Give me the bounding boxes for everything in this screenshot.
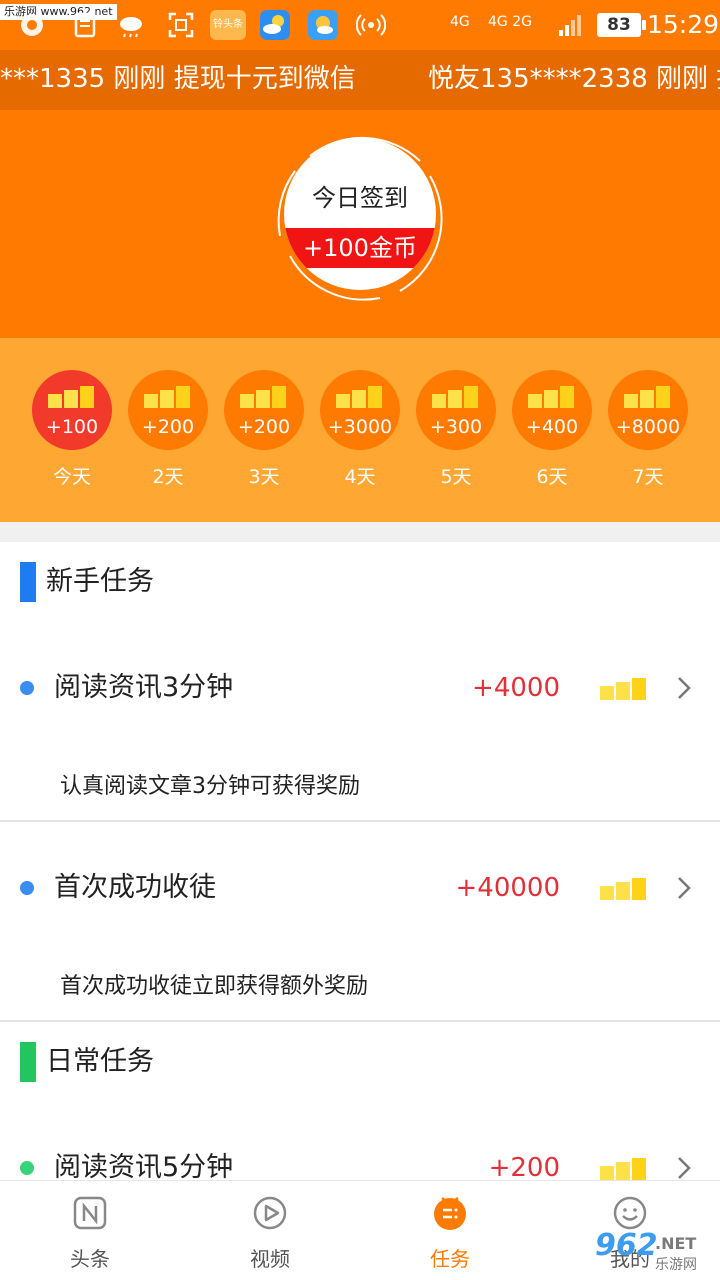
task-description: 认真阅读文章3分钟可获得奖励 <box>60 774 360 799</box>
task-reward: +4000 <box>472 673 560 703</box>
section-title: 日常任务 <box>46 1046 154 1077</box>
coin-stack-icon <box>336 386 382 408</box>
newbie-section-header: 新手任务 <box>0 542 720 622</box>
streak-bubble: +200 <box>224 370 304 450</box>
clock: 15:29 <box>647 10 720 39</box>
streak-day-2: +200 2天 <box>128 370 208 489</box>
streak-bubble: +200 <box>128 370 208 450</box>
streak-bubble: +300 <box>416 370 496 450</box>
weather-cloud-icon <box>120 17 142 38</box>
streak-day-4: +3000 4天 <box>320 370 400 489</box>
task-description: 首次成功收徒立即获得额外奖励 <box>60 974 369 999</box>
streak-amount: +8000 <box>615 416 681 438</box>
task-icon <box>434 1197 466 1230</box>
chevron-right-icon <box>678 877 691 899</box>
streak-amount: +300 <box>429 416 483 438</box>
hotspot-icon <box>356 14 386 36</box>
streak-day-7: +8000 7天 <box>608 370 688 489</box>
streak-bubble: +100 <box>32 370 112 450</box>
coin-stack-icon <box>48 386 94 408</box>
task-title: 首次成功收徒 <box>54 872 216 903</box>
ticker-item: ***1335 刚刚 提现十元到微信 <box>0 64 356 94</box>
sign-in-reward: +100金币 <box>284 228 436 268</box>
withdraw-ticker: ***1335 刚刚 提现十元到微信 悦友135****2338 刚刚 提 <box>0 50 720 110</box>
coin-stack-icon <box>600 678 646 700</box>
task-read-5min[interactable]: 阅读资讯5分钟 +200 <box>0 1102 720 1180</box>
news-icon <box>73 1196 107 1230</box>
smiley-icon <box>613 1196 647 1230</box>
document-icon <box>74 12 96 38</box>
task-read-3min[interactable]: 阅读资讯3分钟 +4000 认真阅读文章3分钟可获得奖励 <box>0 622 720 820</box>
task-title: 阅读资讯5分钟 <box>54 1152 234 1180</box>
task-bullet <box>20 881 34 895</box>
streak-day-1: +100 今天 <box>32 370 112 489</box>
app-q-icon <box>21 14 43 36</box>
streak-label: 3天 <box>248 466 280 488</box>
task-title: 阅读资讯3分钟 <box>54 672 234 703</box>
watermark-cn: 乐游网 <box>655 1257 697 1273</box>
streak-amount: +3000 <box>327 416 393 438</box>
section-gap <box>0 522 720 542</box>
network-label-1: 4G <box>450 14 470 30</box>
streak-day-3: +200 3天 <box>224 370 304 489</box>
coin-stack-icon <box>600 1158 646 1180</box>
streak-label: 5天 <box>440 466 472 488</box>
streak-amount: +200 <box>141 416 195 438</box>
coin-stack-icon <box>144 386 190 408</box>
toutiao-app-badge: 铃头条 <box>210 10 246 40</box>
section-accent-bar <box>20 562 36 602</box>
sign-in-streak: +100 今天 +200 2天 +200 3天 +3000 4天 +300 5天… <box>0 338 720 522</box>
coin-stack-icon <box>624 386 670 408</box>
battery-indicator: 83 <box>597 13 646 37</box>
sign-in-button[interactable]: 今日签到 +100金币 <box>284 138 436 290</box>
coin-stack-icon <box>600 878 646 900</box>
nav-label: 视频 <box>250 1247 290 1271</box>
chevron-right-icon <box>678 1157 691 1179</box>
streak-amount: +100 <box>45 416 99 438</box>
streak-amount: +400 <box>525 416 579 438</box>
section-accent-bar <box>20 1042 36 1082</box>
weather-app-icon <box>260 10 290 40</box>
streak-bubble: +400 <box>512 370 592 450</box>
streak-label: 4天 <box>344 466 376 488</box>
task-first-apprentice[interactable]: 首次成功收徒 +40000 首次成功收徒立即获得额外奖励 <box>0 822 720 1020</box>
streak-label: 7天 <box>632 466 664 488</box>
daily-section-header: 日常任务 <box>0 1022 720 1102</box>
nav-label: 头条 <box>70 1247 110 1271</box>
coin-stack-icon <box>528 386 574 408</box>
task-bullet <box>20 681 34 695</box>
coin-stack-icon <box>432 386 478 408</box>
streak-label: 今天 <box>52 466 91 488</box>
watermark-number: 962 <box>595 1228 658 1263</box>
nav-tab-video[interactable]: 视频 <box>180 1181 360 1280</box>
screenshot-icon <box>168 12 194 38</box>
streak-bubble: +8000 <box>608 370 688 450</box>
task-reward: +200 <box>488 1153 560 1180</box>
status-bar: 乐游网 www.962.net 铃头条 4G 4G 2G 83 15:29 <box>0 0 720 50</box>
streak-label: 2天 <box>152 466 184 488</box>
streak-day-6: +400 6天 <box>512 370 592 489</box>
streak-bubble: +3000 <box>320 370 400 450</box>
sign-in-title: 今日签到 <box>312 184 408 212</box>
streak-amount: +200 <box>237 416 291 438</box>
watermark-net: .NET <box>655 1234 697 1253</box>
sun-cloud-app-icon <box>308 10 338 40</box>
chevron-right-icon <box>678 677 691 699</box>
video-play-icon <box>253 1196 287 1230</box>
network-label-2: 4G 2G <box>488 14 532 30</box>
streak-label: 6天 <box>536 466 568 488</box>
coin-stack-icon <box>240 386 286 408</box>
nav-tab-tasks[interactable]: 任务 <box>360 1181 540 1280</box>
signal-icon <box>559 15 581 36</box>
task-reward: +40000 <box>455 873 561 903</box>
nav-label: 任务 <box>430 1247 470 1271</box>
section-title: 新手任务 <box>46 566 154 597</box>
ticker-item: 悦友135****2338 刚刚 提 <box>428 64 720 94</box>
task-bullet <box>20 1161 34 1175</box>
nav-tab-news[interactable]: 头条 <box>0 1181 180 1280</box>
streak-day-5: +300 5天 <box>416 370 496 489</box>
site-watermark-logo: 962 .NET 乐游网 <box>585 1228 717 1276</box>
